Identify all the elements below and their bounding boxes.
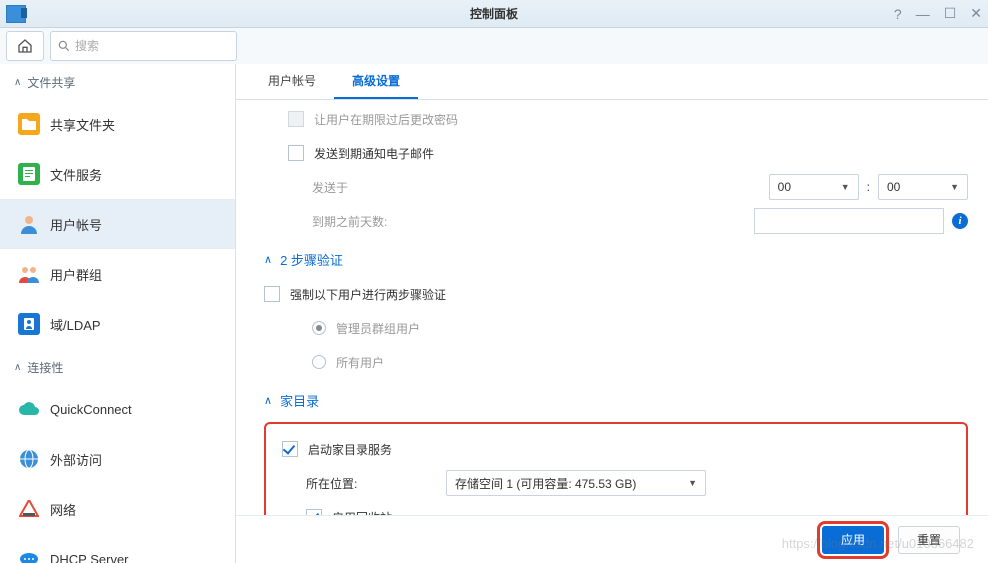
content: 用户帐号 高级设置 让用户在期限过后更改密码 发送到期通知电子邮件 发送于 00… <box>236 64 988 563</box>
sidebar-item-dhcp[interactable]: DHCP Server <box>0 534 235 563</box>
minute-value: 00 <box>887 180 900 194</box>
send-email-label: 发送到期通知电子邮件 <box>314 145 434 162</box>
sidebar-item-shared-folder[interactable]: 共享文件夹 <box>0 99 235 149</box>
chevron-up-icon: ∧ <box>14 77 21 88</box>
maximize-icon[interactable]: ☐ <box>944 5 957 22</box>
allow-change-label: 让用户在期限过后更改密码 <box>314 111 458 128</box>
sidebar-item-user-group[interactable]: 用户群组 <box>0 249 235 299</box>
days-before-label: 到期之前天数: <box>312 213 452 230</box>
radio-all-users <box>312 355 326 369</box>
sidebar-item-file-services[interactable]: 文件服务 <box>0 149 235 199</box>
dhcp-icon <box>18 548 40 563</box>
enable-recycle-label: 启用回收站 <box>332 509 392 516</box>
sidebar-group-fileshare[interactable]: ∧ 文件共享 <box>0 64 235 99</box>
location-label: 所在位置: <box>306 475 446 492</box>
user-icon <box>18 213 40 235</box>
network-icon <box>18 498 40 520</box>
sidebar-item-domain-ldap[interactable]: 域/LDAP <box>0 299 235 349</box>
sidebar-item-label: 用户群组 <box>50 265 102 284</box>
window-controls: ? — ☐ ✕ <box>894 5 982 22</box>
chevron-down-icon: ▼ <box>950 182 959 192</box>
chevron-up-icon: ∧ <box>264 394 272 407</box>
tab-user-account[interactable]: 用户帐号 <box>250 64 334 99</box>
sidebar-item-label: DHCP Server <box>50 552 129 563</box>
checkbox-enable-home[interactable] <box>282 441 298 457</box>
chevron-up-icon: ∧ <box>14 362 21 373</box>
sidebar-item-label: 用户帐号 <box>50 215 102 234</box>
window-title: 控制面板 <box>470 5 518 22</box>
main: ∧ 文件共享 共享文件夹 文件服务 用户帐号 用户群组 域/LDAP ∧ 连接性 <box>0 64 988 563</box>
section-title: 家目录 <box>280 391 319 410</box>
minimize-icon[interactable]: — <box>916 6 930 22</box>
hour-value: 00 <box>778 180 791 194</box>
sidebar-group-connectivity[interactable]: ∧ 连接性 <box>0 349 235 384</box>
chevron-up-icon: ∧ <box>264 253 272 266</box>
help-icon[interactable]: ? <box>894 6 902 22</box>
send-at-label: 发送于 <box>312 179 452 196</box>
home-button[interactable] <box>6 31 44 61</box>
sidebar-item-network[interactable]: 网络 <box>0 484 235 534</box>
days-before-input[interactable] <box>754 208 944 234</box>
sidebar-item-user-account[interactable]: 用户帐号 <box>0 199 235 249</box>
search-icon <box>57 39 71 53</box>
chevron-down-icon: ▼ <box>841 182 850 192</box>
folder-icon <box>18 113 40 135</box>
info-icon[interactable]: i <box>952 213 968 229</box>
checkbox-allow-change-after-expiry <box>288 111 304 127</box>
tab-advanced[interactable]: 高级设置 <box>334 64 418 99</box>
ldap-icon <box>18 313 40 335</box>
section-home-dir[interactable]: ∧ 家目录 <box>264 391 968 410</box>
search-box[interactable] <box>50 31 237 61</box>
sidebar-item-label: 文件服务 <box>50 165 102 184</box>
sidebar-item-quickconnect[interactable]: QuickConnect <box>0 384 235 434</box>
sidebar-item-label: 网络 <box>50 500 76 519</box>
toolbar <box>0 28 988 64</box>
sidebar-item-external-access[interactable]: 外部访问 <box>0 434 235 484</box>
hour-select[interactable]: 00 ▼ <box>769 174 859 200</box>
file-service-icon <box>18 163 40 185</box>
globe-icon <box>18 448 40 470</box>
reset-button[interactable]: 重置 <box>898 526 960 554</box>
section-two-step[interactable]: ∧ 2 步骤验证 <box>264 250 968 269</box>
home-icon <box>17 38 33 54</box>
sidebar-item-label: QuickConnect <box>50 402 132 417</box>
admin-group-label: 管理员群组用户 <box>336 320 420 337</box>
chevron-down-icon: ▼ <box>688 478 697 488</box>
location-value: 存储空间 1 (可用容量: 475.53 GB) <box>455 475 636 492</box>
tabs: 用户帐号 高级设置 <box>236 64 988 100</box>
enable-home-label: 启动家目录服务 <box>308 441 392 458</box>
all-users-label: 所有用户 <box>336 354 384 371</box>
sidebar-group-label: 文件共享 <box>27 74 75 91</box>
section-title: 2 步骤验证 <box>280 250 343 269</box>
checkbox-enable-recycle[interactable] <box>306 509 322 515</box>
sidebar: ∧ 文件共享 共享文件夹 文件服务 用户帐号 用户群组 域/LDAP ∧ 连接性 <box>0 64 236 563</box>
home-highlight-box: 启动家目录服务 所在位置: 存储空间 1 (可用容量: 475.53 GB) ▼… <box>264 422 968 515</box>
minute-select[interactable]: 00 ▼ <box>878 174 968 200</box>
titlebar: 控制面板 ? — ☐ ✕ <box>0 0 988 28</box>
app-icon <box>6 5 26 23</box>
checkbox-send-expiry-email[interactable] <box>288 145 304 161</box>
sidebar-item-label: 共享文件夹 <box>50 115 115 134</box>
sidebar-item-label: 域/LDAP <box>50 315 101 334</box>
radio-admin-group <box>312 321 326 335</box>
search-input[interactable] <box>75 39 230 53</box>
settings-panel: 让用户在期限过后更改密码 发送到期通知电子邮件 发送于 00 ▼ : 00 ▼ <box>236 100 988 515</box>
apply-button[interactable]: 应用 <box>822 526 884 554</box>
cloud-icon <box>18 398 40 420</box>
location-select[interactable]: 存储空间 1 (可用容量: 475.53 GB) ▼ <box>446 470 706 496</box>
footer: 应用 重置 <box>236 515 988 563</box>
force-twostep-label: 强制以下用户进行两步骤验证 <box>290 286 446 303</box>
sidebar-group-label: 连接性 <box>27 359 63 376</box>
checkbox-force-twostep[interactable] <box>264 286 280 302</box>
close-icon[interactable]: ✕ <box>970 5 982 22</box>
sidebar-item-label: 外部访问 <box>50 450 102 469</box>
group-icon <box>18 263 40 285</box>
